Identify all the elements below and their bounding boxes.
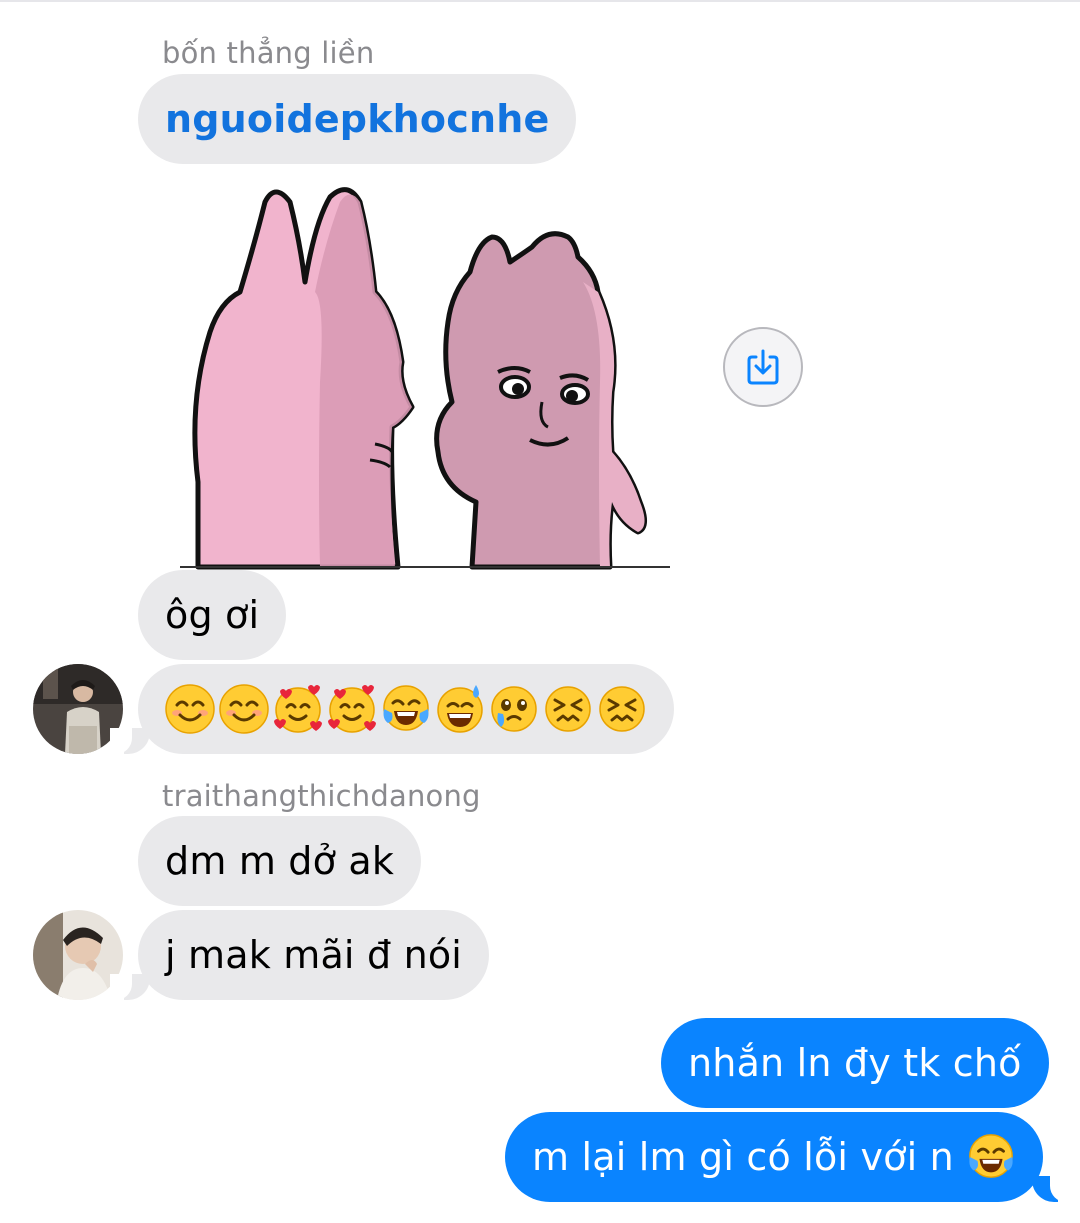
mention-bubble[interactable]: nguoidepkhocnhe [138, 74, 577, 164]
face-holding-back-tears-icon [491, 686, 537, 732]
bubble-tail [1032, 1176, 1072, 1202]
grinning-face-with-sweat-icon [437, 685, 483, 733]
pink-rabbit-sticker[interactable] [180, 182, 670, 572]
smiling-face-with-hearts-icon [328, 685, 376, 733]
outgoing-message-bubble[interactable]: m lại lm gì có lỗi với n [505, 1112, 1043, 1202]
message-bubble[interactable]: ôg ơi [138, 570, 287, 660]
confounded-face-icon [599, 686, 645, 732]
smiling-face-with-hearts-icon [274, 685, 322, 733]
emoji-bubble[interactable] [138, 664, 674, 754]
mention-link[interactable]: nguoidepkhocnhe [165, 97, 549, 141]
confounded-face-icon [545, 686, 591, 732]
smiling-face-icon [165, 684, 215, 734]
message-text: m lại lm gì có lỗi với n [532, 1135, 954, 1179]
message-text: dm m dở ak [165, 839, 395, 883]
sender-name: traithangthichdanong [162, 779, 481, 813]
smiling-face-icon [219, 684, 269, 734]
save-to-device-icon [747, 349, 779, 385]
face-with-tears-of-joy-icon [383, 685, 429, 731]
message-text: ôg ơi [165, 593, 260, 637]
face-with-tears-of-joy-icon [969, 1134, 1013, 1178]
message-text: j mak mãi đ nói [165, 933, 463, 977]
message-bubble[interactable]: j mak mãi đ nói [138, 910, 490, 1000]
message-text: nhắn ln đy tk chố [688, 1041, 1022, 1085]
top-divider [0, 0, 1080, 2]
save-to-device-button[interactable] [723, 327, 803, 407]
sender-name: bốn thẳng liền [162, 36, 375, 70]
emoji-row [164, 683, 648, 735]
message-bubble[interactable]: dm m dở ak [138, 816, 422, 906]
outgoing-message-bubble[interactable]: nhắn ln đy tk chố [661, 1018, 1049, 1108]
